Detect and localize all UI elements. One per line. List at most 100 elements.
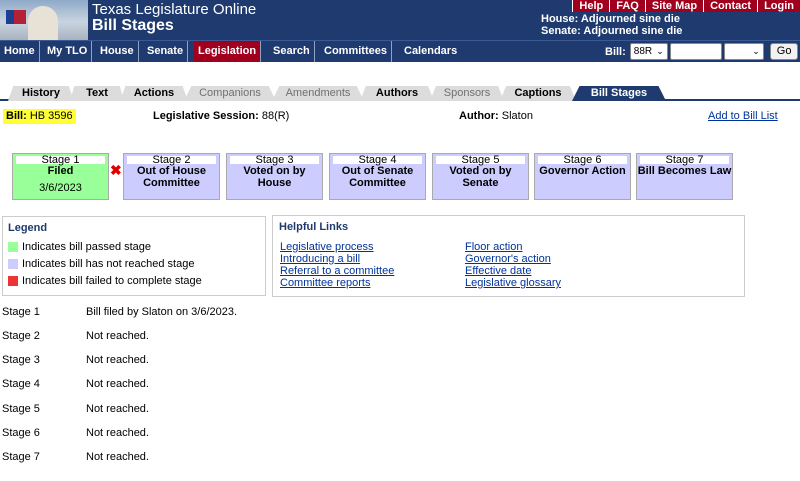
bill-number: HB 3596 [29,110,73,122]
main-nav: Home My TLO House Senate Legislation Sea… [0,40,800,62]
stage-header: Stage 3 [230,155,319,166]
stage-detail-text: Not reached. [86,354,149,366]
tab-bill-stages[interactable]: Bill Stages [572,86,666,101]
chevron-down-icon: ⌄ [752,46,760,56]
stage-header: Stage 1 [16,155,105,166]
bill-lookup-form: Bill: 88R ⌄ ⌄ Go [605,43,799,60]
stage-detail-text: Not reached. [86,330,149,342]
nav-search[interactable]: Search [269,41,315,62]
bill-tabs: History Text Actions Companions Amendmen… [0,86,800,101]
tab-companions[interactable]: Companions [184,86,276,101]
legend-item-passed: Indicates bill passed stage [8,241,151,253]
link-legislative-glossary[interactable]: Legislative glossary [465,277,561,289]
link-effective-date[interactable]: Effective date [465,265,531,277]
faq-link[interactable]: FAQ [609,0,645,12]
contact-link[interactable]: Contact [703,0,758,12]
nav-my-tlo[interactable]: My TLO [43,41,93,62]
bill-lookup-label: Bill: [605,45,626,58]
tab-actions[interactable]: Actions [120,86,188,101]
tab-sponsors[interactable]: Sponsors [430,86,504,101]
page-title: Bill Stages [92,17,174,34]
stage-4-box: Stage 4 Out of Senate Committee [329,153,426,200]
legend-item-failed: Indicates bill failed to complete stage [8,275,202,287]
bill-label: Bill: [6,110,27,122]
legend-title: Legend [8,222,48,234]
nav-committees[interactable]: Committees [320,41,392,62]
stage-header: Stage 6 [538,155,627,166]
bill-number-select[interactable]: ⌄ [723,43,764,60]
stage-name: Out of House Committee [136,165,207,189]
nav-calendars[interactable]: Calendars [400,41,461,62]
chevron-down-icon: ⌄ [656,46,664,56]
stage-detail-label: Stage 6 [2,427,40,439]
stage-header: Stage 2 [127,155,216,166]
bill-type-input[interactable] [669,43,722,60]
link-committee-reports[interactable]: Committee reports [280,277,370,289]
legend-box: Legend Indicates bill passed stage Indic… [2,216,266,296]
legend-text: Indicates bill has not reached stage [22,258,195,270]
legend-swatch [8,276,18,286]
session-select[interactable]: 88R ⌄ [629,43,668,60]
stage-name: Out of Senate Committee [341,165,414,189]
tab-authors[interactable]: Authors [360,86,434,101]
stage-header: Stage 5 [436,155,525,166]
legend-text: Indicates bill passed stage [22,241,152,253]
senate-status: Senate: Adjourned sine die [541,25,683,37]
nav-home[interactable]: Home [0,41,40,62]
help-link[interactable]: Help [572,0,610,12]
stage-name: Filed [47,165,74,177]
stage-3-box: Stage 3 Voted on by House [226,153,323,200]
tab-captions[interactable]: Captions [500,86,576,101]
stage-name: Governor Action [539,165,626,177]
add-to-bill-list-link[interactable]: Add to Bill List [708,110,778,122]
author-value: Slaton [501,110,533,122]
helpful-links-title: Helpful Links [279,221,349,233]
stage-name: Voted on by Senate [449,165,512,189]
tab-text[interactable]: Text [70,86,124,101]
stage-name: Bill Becomes Law [637,165,732,177]
site-map-link[interactable]: Site Map [644,0,704,12]
stage-detail-text: Bill filed by Slaton on 3/6/2023. [86,306,238,318]
stage-detail-label: Stage 7 [2,451,40,463]
stage-detail-label: Stage 1 [2,306,40,318]
stage-detail-text: Not reached. [86,378,149,390]
flag-field [6,10,14,24]
stage-1-box: Stage 1 Filed 3/6/2023 [12,153,109,200]
capitol-logo[interactable] [0,0,88,40]
nav-legislation[interactable]: Legislation [194,41,262,62]
stage-detail-label: Stage 3 [2,354,40,366]
link-introducing-a-bill[interactable]: Introducing a bill [280,253,360,265]
capitol-dome-icon [28,6,58,40]
stage-6-box: Stage 6 Governor Action [534,153,631,200]
top-links: Help FAQ Site Map Contact Login [572,0,800,12]
stage-detail-text: Not reached. [86,451,149,463]
go-button[interactable]: Go [769,43,799,60]
legislative-session: Legislative Session: 88(R) [153,110,289,122]
stage-name: Voted on by House [243,165,306,189]
legend-text: Indicates bill failed to complete stage [22,275,202,287]
link-floor-action[interactable]: Floor action [465,241,522,253]
stage-detail-text: Not reached. [86,403,149,415]
session-label: Legislative Session: [153,110,259,122]
tab-amendments[interactable]: Amendments [272,86,364,101]
link-referral-to-committee[interactable]: Referral to a committee [280,265,394,277]
stage-header: Stage 7 [640,155,729,166]
stage-detail-label: Stage 2 [2,330,40,342]
nav-house[interactable]: House [96,41,139,62]
nav-senate[interactable]: Senate [143,41,189,62]
helpful-links-box: Helpful Links Legislative process Introd… [272,215,745,297]
link-governors-action[interactable]: Governor's action [465,253,551,265]
site-header: Texas Legislature Online Bill Stages Hel… [0,0,800,40]
legend-item-not-reached: Indicates bill has not reached stage [8,258,194,270]
session-select-value: 88R [633,46,653,57]
login-link[interactable]: Login [757,0,800,12]
house-status: House: Adjourned sine die [541,13,680,25]
author-label: Author: [459,110,499,122]
tab-history[interactable]: History [8,86,74,101]
session-value: 88(R) [261,110,290,122]
stage-header: Stage 4 [333,155,422,166]
link-legislative-process[interactable]: Legislative process [280,241,374,253]
stage-detail-label: Stage 4 [2,378,40,390]
site-title: Texas Legislature Online [92,1,257,18]
stage-5-box: Stage 5 Voted on by Senate [432,153,529,200]
